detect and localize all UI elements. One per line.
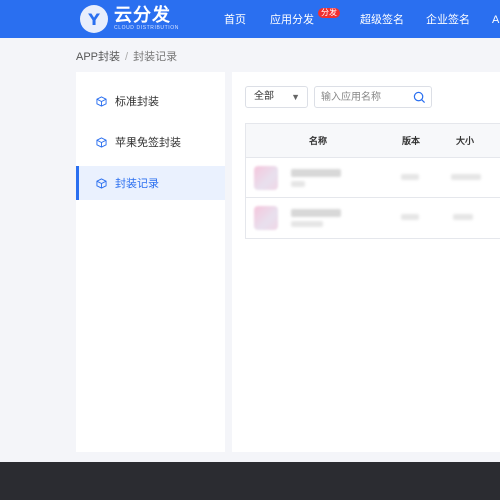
breadcrumb-root[interactable]: APP封装 [76,51,120,63]
footer-bar [0,462,500,500]
breadcrumb: APP封装 / 封装记录 [76,48,177,64]
nav-more[interactable]: A [492,0,499,38]
caret-down-icon: ▼ [291,92,300,102]
search-icon[interactable] [413,91,426,104]
app-subtext-redacted [291,221,323,227]
table-header: 名称 版本 大小 [246,124,500,158]
logo-mark: Y [80,5,108,33]
sidebar-item-label: 封装记录 [115,178,159,190]
search-input[interactable] [321,87,413,107]
version-redacted [401,174,419,180]
nav-super-signature[interactable]: 超级签名 [360,0,404,38]
app-icon [254,206,278,230]
table-row[interactable] [246,198,500,238]
app-name-redacted [291,169,341,177]
nav-badge: 分发 [318,8,340,18]
top-nav-bar: Y 云分发 CLOUD DISTRIBUTION 首页 应用分发 分发 超级签名… [0,0,500,38]
breadcrumb-separator: / [125,51,129,63]
sidebar-item-standard-package[interactable]: 标准封装 [76,84,225,118]
nav-enterprise-signature[interactable]: 企业签名 [426,0,470,38]
column-header-name: 名称 [309,136,328,146]
sidebar: 标准封装 苹果免签封装 封装记录 [76,72,225,452]
sidebar-item-package-records[interactable]: 封装记录 [76,166,225,200]
nav-app-distribution[interactable]: 应用分发 [270,0,314,38]
size-redacted [453,214,473,220]
sidebar-item-label: 苹果免签封装 [115,137,181,149]
sidebar-item-label: 标准封装 [115,96,159,108]
logo-subtitle: CLOUD DISTRIBUTION [114,25,179,31]
cube-icon [96,136,107,148]
version-redacted [401,214,419,220]
app-name-redacted [291,209,341,217]
app-subtext-redacted [291,181,305,187]
records-table: 名称 版本 大小 [245,123,500,239]
search-box [314,86,432,108]
main-panel: 全部 ▼ 名称 版本 大小 [232,72,500,452]
column-header-version: 版本 [402,136,421,146]
nav-home[interactable]: 首页 [224,0,246,38]
status-filter-select[interactable]: 全部 ▼ [245,86,308,108]
select-value: 全部 [254,91,274,102]
cube-icon [96,95,107,107]
brand-logo[interactable]: Y 云分发 CLOUD DISTRIBUTION [80,5,179,33]
cube-icon [96,177,107,189]
size-redacted [451,174,481,180]
table-row[interactable] [246,158,500,198]
logo-title: 云分发 [114,5,171,25]
app-icon [254,166,278,190]
column-header-size: 大小 [456,136,475,146]
sidebar-item-ios-free-sign-package[interactable]: 苹果免签封装 [76,125,225,159]
breadcrumb-current: 封装记录 [133,51,178,63]
